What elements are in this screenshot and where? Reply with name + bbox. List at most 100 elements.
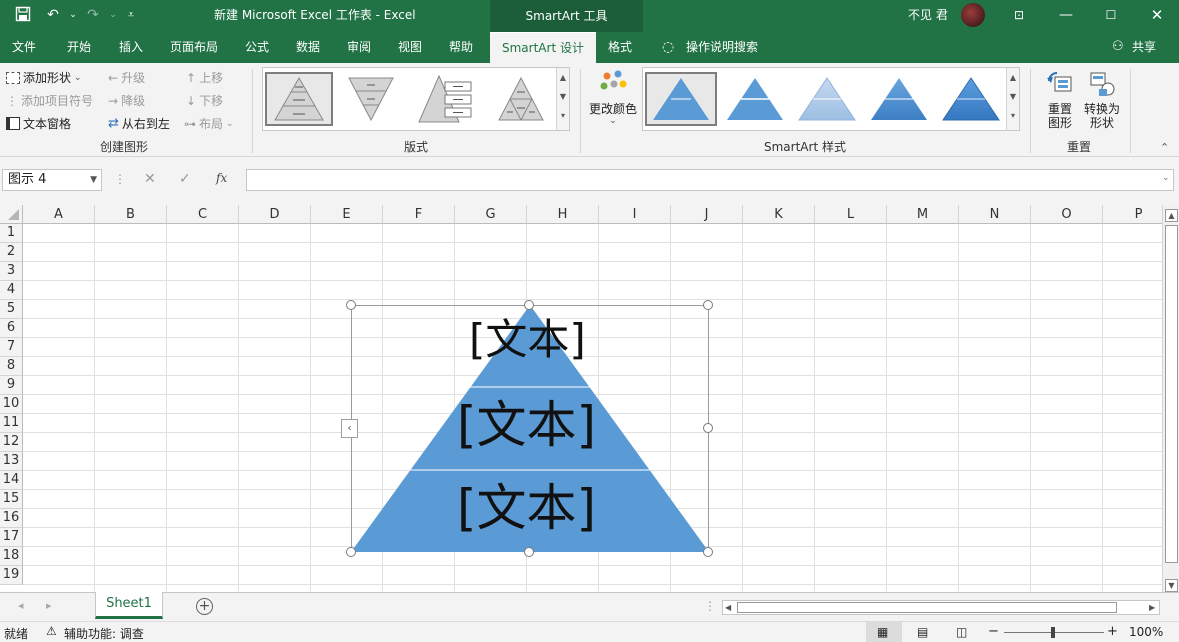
promote-button[interactable]: ← 升级 — [108, 69, 145, 86]
ribbon-display-icon[interactable]: ⊡ — [1010, 6, 1028, 24]
prev-sheet-icon[interactable]: ◂ — [18, 599, 24, 612]
name-box[interactable]: 图示 4 ▼ — [2, 169, 102, 191]
page-break-view-icon[interactable]: ◫ — [956, 625, 967, 639]
text-pane-button[interactable]: 文本窗格 — [6, 115, 71, 132]
layout-basic-pyramid[interactable] — [265, 72, 333, 126]
redo-icon[interactable]: ↷ — [84, 6, 102, 24]
scroll-down-icon[interactable]: ▼ — [1165, 579, 1178, 592]
resize-handle-right[interactable] — [703, 423, 713, 433]
demote-button[interactable]: → 降级 — [108, 92, 145, 109]
next-sheet-icon[interactable]: ▸ — [46, 599, 52, 612]
add-shape-button[interactable]: 添加形状 ⌄ — [6, 69, 82, 86]
share-button[interactable]: 共享 — [1132, 32, 1156, 63]
pyramid-level-1-text[interactable]: [文本] — [469, 315, 586, 365]
page-layout-view-icon[interactable]: ▤ — [917, 625, 928, 639]
style-white-outline[interactable] — [721, 72, 793, 126]
minimize-icon[interactable]: — — [1057, 6, 1075, 24]
more-icon[interactable]: ▾ — [557, 106, 569, 125]
column-header[interactable]: P — [1103, 205, 1162, 224]
insert-function-icon[interactable]: fx — [216, 171, 227, 185]
drag-handle-icon[interactable]: ⋮ — [114, 172, 126, 186]
column-header[interactable]: E — [311, 205, 383, 224]
row-header[interactable]: 19 — [0, 566, 23, 585]
row-header[interactable]: 2 — [0, 243, 23, 262]
tab-page-layout[interactable]: 页面布局 — [170, 32, 218, 63]
column-header[interactable]: I — [599, 205, 671, 224]
row-header[interactable]: 6 — [0, 319, 23, 338]
select-all-button[interactable] — [0, 205, 23, 224]
split-handle-icon[interactable]: ⋮ — [704, 599, 716, 613]
cancel-icon[interactable]: ✕ — [144, 171, 156, 187]
convert-to-shapes-button[interactable]: 转换为 形状 — [1080, 69, 1124, 130]
tab-data[interactable]: 数据 — [296, 32, 320, 63]
add-bullet-button[interactable]: ⋮ 添加项目符号 — [6, 92, 93, 109]
column-header[interactable]: L — [815, 205, 887, 224]
tab-format[interactable]: 格式 — [608, 32, 632, 63]
move-down-button[interactable]: ↓ 下移 — [186, 92, 223, 109]
row-header[interactable]: 14 — [0, 471, 23, 490]
tab-insert[interactable]: 插入 — [119, 32, 143, 63]
resize-handle-bottom-left[interactable] — [346, 547, 356, 557]
undo-dropdown-icon[interactable]: ⌄ — [64, 6, 82, 24]
more-icon[interactable]: ▾ — [1007, 106, 1019, 125]
layouts-gallery-scroll[interactable]: ▲ ▼ ▾ — [556, 68, 569, 130]
redo-dropdown-icon[interactable]: ⌄ — [104, 6, 122, 24]
collapse-ribbon-icon[interactable]: ⌃ — [1160, 141, 1169, 154]
row-header[interactable]: 1 — [0, 224, 23, 243]
sheet-tab-sheet1[interactable]: Sheet1 — [95, 592, 163, 619]
tab-review[interactable]: 审阅 — [347, 32, 371, 63]
column-header[interactable]: G — [455, 205, 527, 224]
styles-gallery-scroll[interactable]: ▲ ▼ ▾ — [1006, 68, 1019, 130]
scroll-left-icon[interactable]: ◀ — [725, 601, 731, 614]
resize-handle-top-left[interactable] — [346, 300, 356, 310]
pyramid-level-2-text[interactable]: [文本] — [457, 396, 596, 454]
zoom-level[interactable]: 100% — [1129, 625, 1163, 639]
row-header[interactable]: 10 — [0, 395, 23, 414]
style-simple-fill[interactable] — [645, 72, 717, 126]
style-moderate[interactable] — [865, 72, 937, 126]
layout-inverted-pyramid[interactable] — [339, 72, 407, 126]
tell-me-search[interactable]: 操作说明搜索 — [686, 32, 758, 63]
layout-pyramid-list[interactable] — [415, 72, 483, 126]
row-header[interactable]: 7 — [0, 338, 23, 357]
scroll-up-icon[interactable]: ▲ — [1165, 209, 1178, 222]
customize-qat-icon[interactable]: ⩡ — [122, 6, 140, 24]
column-header[interactable]: C — [167, 205, 239, 224]
horizontal-scrollbar[interactable]: ◀ ▶ — [722, 600, 1160, 615]
worksheet-grid[interactable]: ABCDEFGHIJKLMNOP 1 2 3 4 5 6 7 8 9 10 11 12 13 14 15 16… — [0, 205, 1162, 592]
style-intense[interactable] — [937, 72, 1009, 126]
tab-formulas[interactable]: 公式 — [245, 32, 269, 63]
row-header[interactable]: 16 — [0, 509, 23, 528]
row-header[interactable]: 13 — [0, 452, 23, 471]
tab-help[interactable]: 帮助 — [449, 32, 473, 63]
zoom-out-icon[interactable]: − — [988, 624, 999, 639]
scroll-down-icon[interactable]: ▼ — [1007, 87, 1019, 106]
move-up-button[interactable]: ↑ 上移 — [186, 69, 223, 86]
chevron-down-icon[interactable]: ▼ — [90, 170, 97, 190]
column-header[interactable]: H — [527, 205, 599, 224]
layout-button[interactable]: ⊶ 布局 ⌄ — [184, 115, 234, 132]
vertical-scroll-thumb[interactable] — [1165, 225, 1178, 563]
row-header[interactable]: 5 — [0, 300, 23, 319]
tab-view[interactable]: 视图 — [398, 32, 422, 63]
check-icon[interactable]: ✓ — [179, 171, 191, 187]
scroll-up-icon[interactable]: ▲ — [557, 68, 569, 87]
column-header[interactable]: A — [23, 205, 95, 224]
column-header[interactable]: N — [959, 205, 1031, 224]
row-header[interactable]: 15 — [0, 490, 23, 509]
zoom-slider-thumb[interactable] — [1051, 627, 1055, 638]
column-header[interactable]: F — [383, 205, 455, 224]
row-header[interactable]: 11 — [0, 414, 23, 433]
column-header[interactable]: J — [671, 205, 743, 224]
scroll-right-icon[interactable]: ▶ — [1149, 601, 1155, 614]
resize-handle-bottom-right[interactable] — [703, 547, 713, 557]
change-colors-button[interactable]: 更改颜色 ⌄ — [586, 69, 640, 133]
row-header[interactable]: 4 — [0, 281, 23, 300]
tab-home[interactable]: 开始 — [67, 32, 91, 63]
add-sheet-icon[interactable]: + — [196, 598, 213, 615]
right-to-left-button[interactable]: ⇄ 从右到左 — [108, 115, 170, 132]
resize-handle-top[interactable] — [524, 300, 534, 310]
accessibility-status[interactable]: 辅助功能: 调查 — [64, 625, 144, 642]
column-header[interactable]: D — [239, 205, 311, 224]
tab-file[interactable]: 文件 — [12, 32, 36, 63]
